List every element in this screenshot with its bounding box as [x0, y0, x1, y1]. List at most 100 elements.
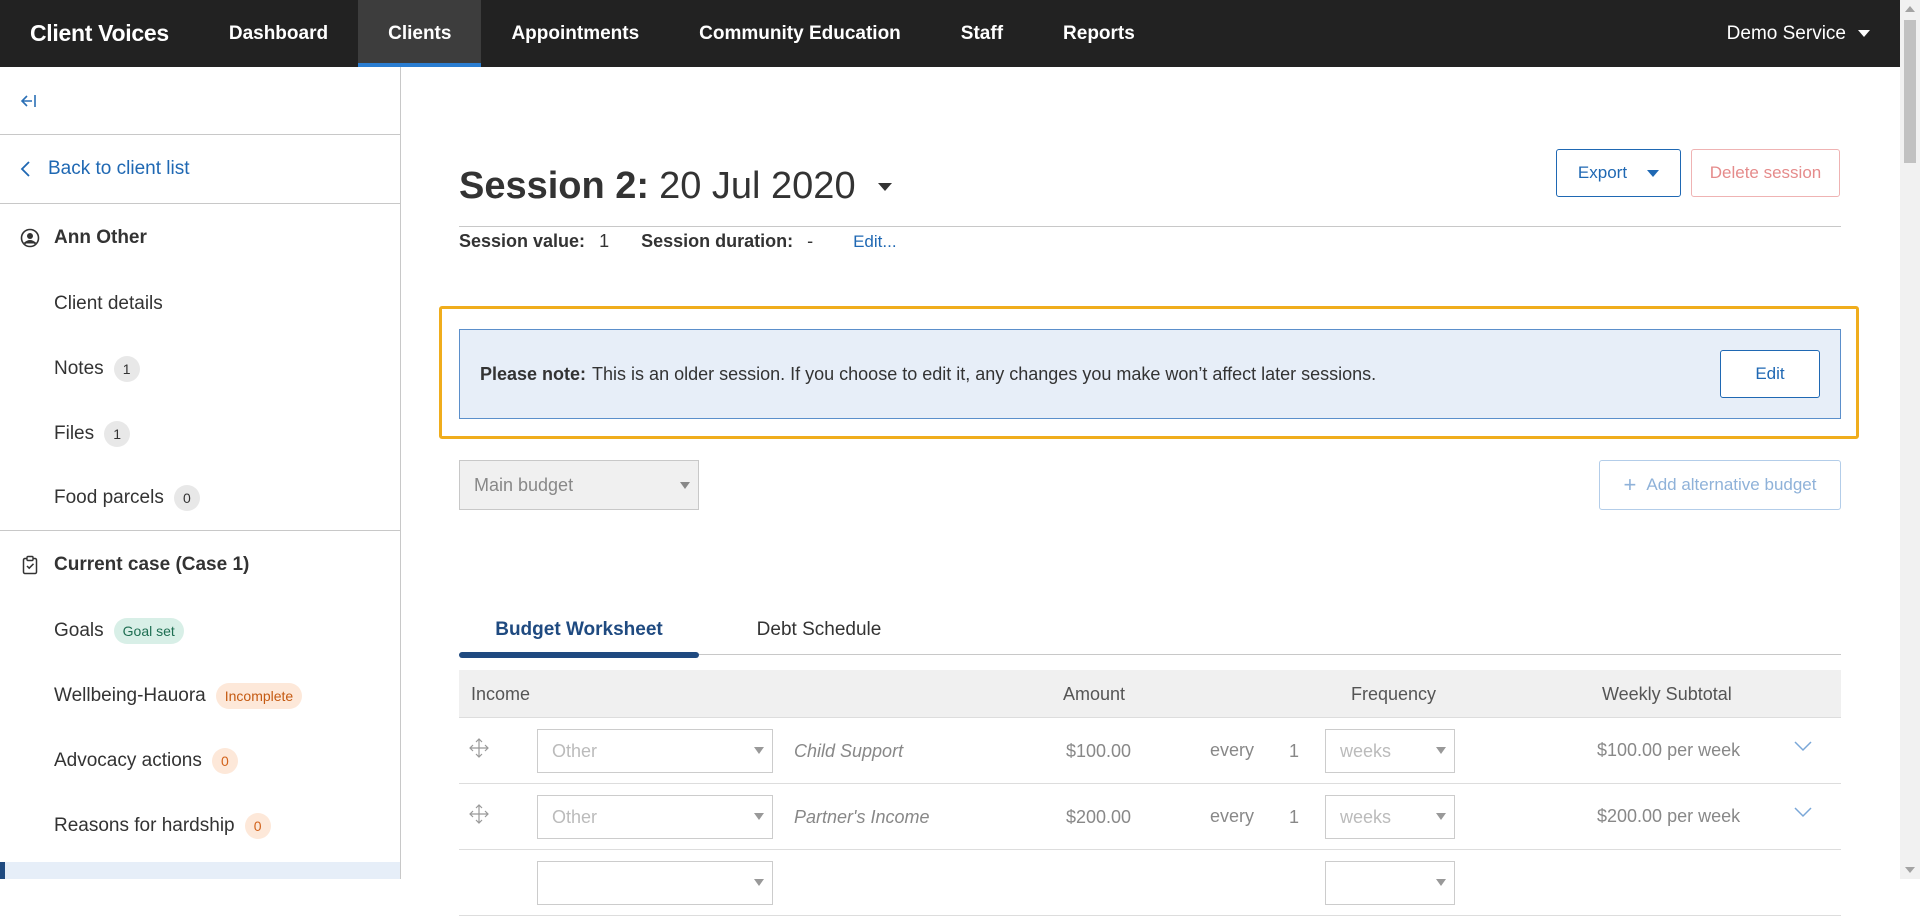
income-amount: $100.00 — [1066, 741, 1132, 761]
sidebar-item-label: Files — [54, 422, 95, 444]
nav-reports[interactable]: Reports — [1033, 0, 1165, 67]
count-badge: 1 — [104, 420, 131, 447]
nav-dashboard[interactable]: Dashboard — [199, 0, 358, 67]
income-description: Child Support — [794, 741, 904, 761]
export-button[interactable]: Export — [1556, 149, 1681, 197]
sidebar-item-files[interactable]: Files 1 — [0, 401, 400, 466]
top-navigation: Client Voices Dashboard Clients Appointm… — [0, 0, 1900, 67]
session-meta: Session value: 1 Session duration: - Edi… — [459, 231, 897, 252]
sidebar-item-selected[interactable] — [0, 862, 400, 879]
edit-session-link[interactable]: Edit... — [853, 232, 896, 252]
sidebar-item-label: Food parcels — [54, 487, 164, 508]
tab-debt-schedule[interactable]: Debt Schedule — [699, 605, 939, 655]
header-income: Income — [471, 684, 531, 704]
status-badge: Goal set — [113, 617, 184, 644]
income-type-select[interactable] — [537, 861, 773, 905]
every-label: every — [1210, 806, 1255, 826]
frequency-select[interactable]: weeks — [1325, 729, 1455, 773]
chevron-down-icon[interactable] — [1794, 740, 1812, 752]
count-badge: 0 — [211, 747, 238, 774]
sidebar-item-label: Wellbeing-Hauora — [54, 684, 206, 706]
select-caret-icon — [680, 482, 690, 489]
chevron-down-icon — [1858, 30, 1870, 37]
nav-clients[interactable]: Clients — [358, 0, 482, 67]
brand-logo[interactable]: Client Voices — [0, 0, 199, 67]
chevron-down-icon — [877, 182, 892, 191]
nav-staff[interactable]: Staff — [931, 0, 1033, 67]
table-header: Income Amount Frequency Weekly Subtotal — [459, 670, 1841, 718]
session-value-label: Session value: — [459, 231, 586, 251]
delete-session-button[interactable]: Delete session — [1691, 149, 1840, 197]
session-date: 20 Jul 2020 — [659, 165, 856, 207]
header-weekly-subtotal: Weekly Subtotal — [1602, 684, 1732, 704]
header-amount: Amount — [1063, 684, 1126, 704]
session-duration: - — [807, 231, 814, 251]
collapse-sidebar-button[interactable] — [0, 67, 400, 135]
header-frequency: Frequency — [1351, 684, 1437, 704]
table-row: Other Child Support $100.00 every 1 week… — [459, 718, 1841, 784]
income-type-select[interactable]: Other — [537, 729, 773, 773]
chevron-left-icon — [20, 161, 30, 177]
alt-budget-label: Add alternative budget — [1646, 475, 1817, 494]
weekly-subtotal: $200.00 per week — [1597, 806, 1741, 826]
chevron-down-icon[interactable] — [1794, 806, 1812, 818]
chevron-down-icon — [1647, 169, 1660, 177]
table-row: Other Partner's Income $200.00 every 1 w… — [459, 784, 1841, 850]
budget-select[interactable]: Main budget — [459, 460, 699, 510]
sidebar-item-label: Goals — [54, 619, 104, 641]
nav-community-education[interactable]: Community Education — [669, 0, 931, 67]
drag-handle-icon[interactable] — [469, 738, 489, 758]
page-scrollbar[interactable] — [1900, 0, 1920, 879]
client-name-heading: Ann Other — [0, 204, 400, 271]
session-number: Session 2: — [459, 165, 650, 207]
service-menu[interactable]: Demo Service — [1727, 0, 1900, 67]
frequency-select[interactable] — [1325, 861, 1455, 905]
user-circle-icon — [20, 228, 40, 247]
service-label: Demo Service — [1726, 22, 1846, 44]
collapse-left-icon — [20, 94, 36, 107]
sidebar-item-notes[interactable]: Notes 1 — [0, 336, 400, 401]
older-session-notice: Please note: This is an older session. I… — [459, 329, 1841, 419]
scrollbar-thumb[interactable] — [1904, 20, 1916, 163]
income-type-select[interactable]: Other — [537, 795, 773, 839]
sidebar-item-wellbeing[interactable]: Wellbeing-Hauora Incomplete — [0, 663, 400, 728]
client-name: Ann Other — [54, 226, 147, 248]
sidebar-item-food-parcels[interactable]: Food parcels 0 — [0, 466, 400, 531]
scroll-down-icon[interactable] — [1905, 867, 1915, 873]
sidebar: Back to client list Ann Other Client det… — [0, 67, 401, 879]
count-badge: 0 — [244, 812, 271, 839]
session-duration-label: Session duration: — [641, 231, 794, 251]
income-amount: $200.00 — [1066, 807, 1132, 827]
budget-select-value: Main budget — [474, 474, 574, 495]
sidebar-item-reasons-for-hardship[interactable]: Reasons for hardship 0 — [0, 793, 400, 858]
tab-budget-worksheet[interactable]: Budget Worksheet — [459, 605, 699, 658]
edit-button[interactable]: Edit — [1720, 350, 1820, 398]
frequency-select[interactable]: weeks — [1325, 795, 1455, 839]
add-alternative-budget-button[interactable]: + Add alternative budget — [1599, 460, 1841, 510]
current-case-heading: Current case (Case 1) — [0, 531, 400, 598]
income-description: Partner's Income — [794, 807, 930, 827]
sidebar-item-label: Notes — [54, 357, 104, 379]
frequency-number: 1 — [1289, 741, 1300, 761]
weekly-subtotal: $100.00 per week — [1597, 740, 1741, 760]
nav-appointments[interactable]: Appointments — [481, 0, 669, 67]
sidebar-item-goals[interactable]: Goals Goal set — [0, 598, 400, 663]
count-badge: 1 — [113, 355, 140, 382]
scroll-up-icon[interactable] — [1905, 6, 1915, 12]
frequency-number: 1 — [1289, 807, 1300, 827]
note-text: This is an older session. If you choose … — [592, 363, 1377, 384]
sidebar-item-client-details[interactable]: Client details — [0, 271, 400, 336]
session-value: 1 — [599, 231, 610, 251]
clipboard-check-icon — [22, 555, 38, 574]
back-to-client-list-link[interactable]: Back to client list — [0, 135, 400, 204]
drag-handle-icon[interactable] — [469, 804, 489, 824]
sidebar-item-label: Client details — [54, 292, 163, 314]
sidebar-item-advocacy-actions[interactable]: Advocacy actions 0 — [0, 728, 400, 793]
back-label: Back to client list — [48, 158, 190, 179]
every-label: every — [1210, 740, 1255, 760]
session-title[interactable]: Session 2: 20 Jul 2020 — [459, 165, 892, 208]
plus-icon: + — [1623, 472, 1637, 497]
case-title: Current case (Case 1) — [54, 553, 250, 575]
count-badge: 0 — [173, 485, 200, 511]
income-table: Income Amount Frequency Weekly Subtotal … — [459, 670, 1841, 916]
